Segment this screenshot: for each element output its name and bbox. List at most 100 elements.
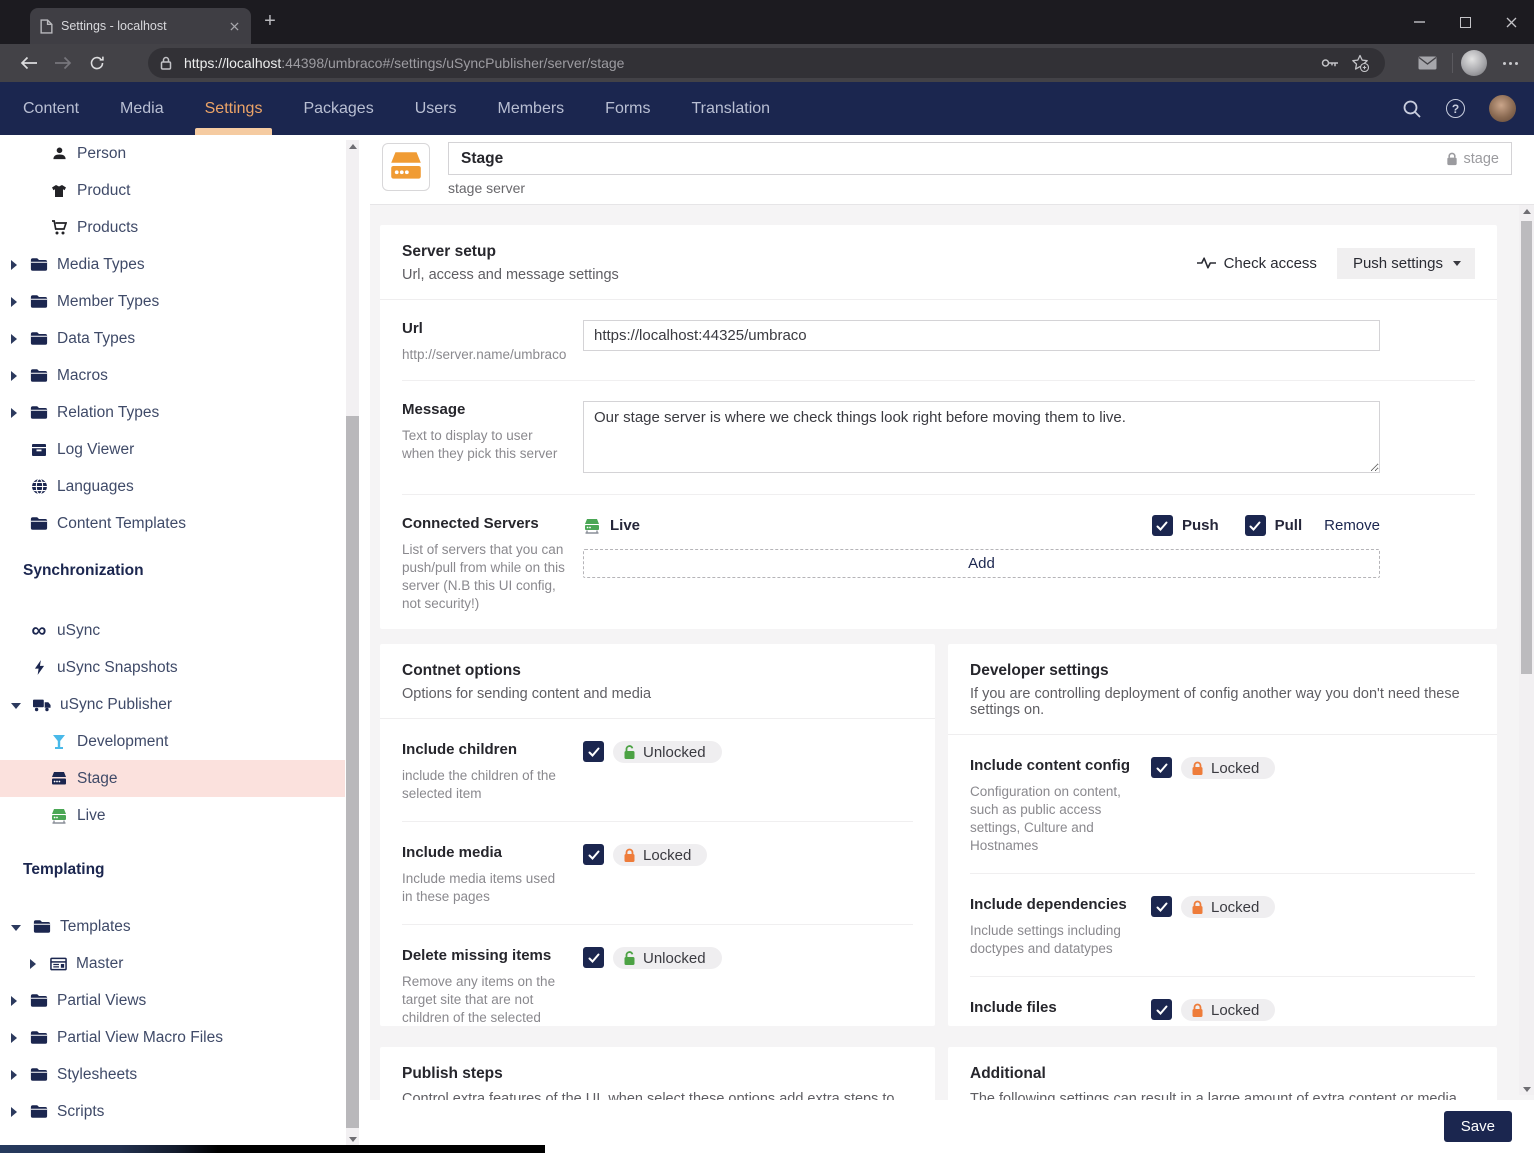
- archive-box-icon: [30, 443, 48, 457]
- caret-right-icon[interactable]: [11, 371, 17, 381]
- nav-item-forms[interactable]: Forms: [605, 82, 650, 135]
- nav-item-content[interactable]: Content: [23, 82, 79, 135]
- tree-item-templates[interactable]: Templates: [0, 908, 345, 945]
- caret-right-icon[interactable]: [30, 959, 36, 969]
- nav-item-settings[interactable]: Settings: [205, 82, 263, 135]
- caret-right-icon[interactable]: [11, 1107, 17, 1117]
- delete-missing-checkbox[interactable]: [583, 947, 604, 968]
- tree-item-usync-publisher[interactable]: uSync Publisher: [0, 686, 345, 723]
- tree-item-scripts[interactable]: Scripts: [0, 1093, 345, 1130]
- mail-icon[interactable]: [1410, 48, 1444, 78]
- caret-right-icon[interactable]: [11, 408, 17, 418]
- search-icon[interactable]: [1402, 99, 1422, 119]
- browser-menu-icon[interactable]: [1495, 62, 1526, 65]
- server-name-input[interactable]: Stage stage: [448, 142, 1512, 175]
- include-content-config-checkbox[interactable]: [1151, 757, 1172, 778]
- window-bottom-edge: [0, 1145, 545, 1153]
- push-checkbox[interactable]: [1152, 515, 1173, 536]
- url-hint: http://server.name/umbraco: [402, 346, 567, 364]
- tree-item-stylesheets[interactable]: Stylesheets: [0, 1056, 345, 1093]
- tab-close-icon[interactable]: [225, 17, 243, 35]
- browser-profile-avatar[interactable]: [1461, 50, 1487, 76]
- tree-item-partial-view-macro-files[interactable]: Partial View Macro Files: [0, 1019, 345, 1056]
- lock-state-pill[interactable]: Locked: [613, 844, 707, 866]
- back-icon[interactable]: [12, 48, 46, 78]
- nav-item-translation[interactable]: Translation: [692, 82, 771, 135]
- forward-icon[interactable]: [46, 48, 80, 78]
- browser-tab[interactable]: Settings - localhost: [30, 8, 251, 44]
- tree-item-member-types[interactable]: Member Types: [0, 283, 345, 320]
- close-icon[interactable]: [1488, 0, 1534, 44]
- caret-right-icon[interactable]: [11, 334, 17, 344]
- new-tab-button[interactable]: +: [260, 12, 280, 32]
- add-server-button[interactable]: Add: [583, 549, 1380, 578]
- scroll-down-icon[interactable]: [346, 1133, 359, 1145]
- card-subtitle: If you are controlling deployment of con…: [970, 686, 1475, 718]
- sidebar-scrollbar-thumb[interactable]: [346, 416, 359, 1128]
- include-files-row: Include files Include files Locked: [970, 976, 1475, 1026]
- include-content-config-row: Include content config Configuration on …: [970, 735, 1475, 873]
- lock-state-pill[interactable]: Locked: [1181, 757, 1275, 779]
- lock-state-pill[interactable]: Unlocked: [613, 741, 722, 763]
- caret-down-icon[interactable]: [11, 703, 21, 709]
- tree-item-languages[interactable]: Languages: [0, 468, 345, 505]
- tree-item-content-templates[interactable]: Content Templates: [0, 505, 345, 542]
- lock-state-pill[interactable]: Locked: [1181, 896, 1275, 918]
- caret-right-icon[interactable]: [11, 996, 17, 1006]
- include-children-checkbox[interactable]: [583, 741, 604, 762]
- tree-item-data-types[interactable]: Data Types: [0, 320, 345, 357]
- scroll-up-icon[interactable]: [1519, 205, 1534, 217]
- tree-item-person[interactable]: Person: [0, 135, 345, 172]
- lock-state-pill[interactable]: Locked: [1181, 999, 1275, 1021]
- https-lock-icon[interactable]: [160, 56, 172, 70]
- push-settings-dropdown[interactable]: Push settings: [1337, 248, 1475, 279]
- stage-badge: stage: [1446, 151, 1499, 167]
- nav-item-packages[interactable]: Packages: [303, 82, 373, 135]
- include-files-checkbox[interactable]: [1151, 999, 1172, 1020]
- scroll-down-icon[interactable]: [1519, 1083, 1534, 1095]
- tree-item-log-viewer[interactable]: Log Viewer: [0, 431, 345, 468]
- tree-item-live[interactable]: Live: [0, 797, 345, 834]
- page-header: Stage stage stage server: [370, 135, 1534, 205]
- caret-right-icon[interactable]: [11, 1070, 17, 1080]
- nav-item-members[interactable]: Members: [497, 82, 564, 135]
- server-type-icon-box[interactable]: [382, 143, 430, 191]
- minimize-icon[interactable]: [1396, 0, 1442, 44]
- lock-state-pill[interactable]: Unlocked: [613, 947, 722, 969]
- address-bar[interactable]: https://localhost:44398/umbraco#/setting…: [148, 48, 1385, 78]
- save-button[interactable]: Save: [1444, 1111, 1512, 1142]
- tree-item-media-types[interactable]: Media Types: [0, 246, 345, 283]
- caret-right-icon[interactable]: [11, 260, 17, 270]
- maximize-icon[interactable]: [1442, 0, 1488, 44]
- tree-item-partial-views[interactable]: Partial Views: [0, 982, 345, 1019]
- tree-item-development[interactable]: Development: [0, 723, 345, 760]
- caret-right-icon[interactable]: [11, 1033, 17, 1043]
- tree-item-macros[interactable]: Macros: [0, 357, 345, 394]
- tree-item-usync-snapshots[interactable]: uSync Snapshots: [0, 649, 345, 686]
- tree-item-master[interactable]: Master: [0, 945, 345, 982]
- server-icon: [50, 771, 68, 787]
- tree-item-usync[interactable]: ∞ uSync: [0, 612, 345, 649]
- tree-item-stage[interactable]: Stage: [0, 760, 345, 797]
- tree-item-relation-types[interactable]: Relation Types: [0, 394, 345, 431]
- caret-down-icon[interactable]: [11, 925, 21, 931]
- remove-server-link[interactable]: Remove: [1324, 517, 1380, 534]
- include-dependencies-checkbox[interactable]: [1151, 896, 1172, 917]
- check-access-button[interactable]: Check access: [1197, 255, 1317, 272]
- password-key-icon[interactable]: [1315, 50, 1345, 76]
- nav-item-users[interactable]: Users: [415, 82, 457, 135]
- caret-right-icon[interactable]: [11, 297, 17, 307]
- help-icon[interactable]: ?: [1446, 99, 1465, 118]
- refresh-icon[interactable]: [80, 48, 114, 78]
- scroll-up-icon[interactable]: [346, 140, 359, 152]
- favorites-star-add-icon[interactable]: [1345, 50, 1375, 76]
- pull-checkbox[interactable]: [1245, 515, 1266, 536]
- content-scrollbar-thumb[interactable]: [1521, 221, 1532, 674]
- nav-item-media[interactable]: Media: [120, 82, 164, 135]
- tree-item-product[interactable]: Product: [0, 172, 345, 209]
- user-avatar[interactable]: [1489, 95, 1516, 122]
- tree-item-products[interactable]: Products: [0, 209, 345, 246]
- include-media-checkbox[interactable]: [583, 844, 604, 865]
- message-textarea[interactable]: Our stage server is where we check thing…: [583, 401, 1380, 473]
- url-input[interactable]: [583, 320, 1380, 351]
